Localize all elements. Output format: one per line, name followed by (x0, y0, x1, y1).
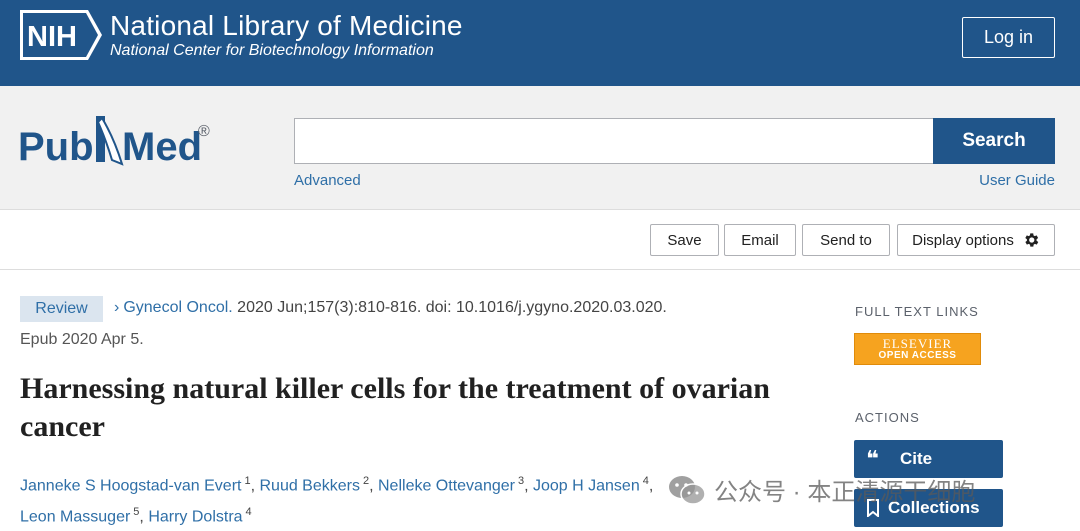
article-title: Harnessing natural killer cells for the … (20, 372, 770, 443)
affiliation-number[interactable]: 4 (246, 506, 252, 518)
wechat-watermark: 公众号 · 本正清源干细胞 (668, 472, 975, 507)
full-text-links-heading: FULL TEXT LINKS (855, 304, 979, 319)
cite-label: Cite (900, 449, 933, 468)
chevron-right-icon: › (114, 299, 120, 316)
epub-date: Epub 2020 Apr 5. (20, 331, 144, 348)
svg-text:Pub: Pub (18, 125, 94, 169)
author-list: Janneke S Hoogstad-van Evert 1, Ruud Bekk… (20, 475, 654, 526)
advanced-search-link[interactable]: Advanced (294, 172, 361, 189)
nih-header: NIH National Library of Medicine Nationa… (0, 0, 1080, 86)
watermark-text: 公众号 · 本正清源干细胞 (714, 479, 976, 506)
elsevier-open-access-link[interactable]: ELSEVIER OPEN ACCESS (854, 333, 981, 365)
nih-logo[interactable]: NIH (20, 10, 102, 60)
citation-line: › Gynecol Oncol. 2020 Jun;157(3):810-816.… (114, 299, 667, 317)
author-link[interactable]: Nelleke Ottevanger (378, 477, 515, 494)
gear-icon (1025, 233, 1039, 247)
publisher-name: ELSEVIER (882, 335, 953, 351)
svg-text:Med: Med (122, 125, 202, 169)
publisher-access: OPEN ACCESS (878, 349, 957, 361)
login-button[interactable]: Log in (962, 17, 1055, 58)
svg-text:®: ® (198, 123, 210, 140)
display-options-label: Display options (912, 231, 1014, 249)
actions-heading: ACTIONS (855, 410, 920, 425)
article-toolbar: Save Email Send to Display options (0, 211, 1080, 270)
user-guide-link[interactable]: User Guide (979, 172, 1055, 189)
wechat-icon (669, 475, 706, 505)
email-button[interactable]: Email (724, 224, 796, 256)
author-link[interactable]: Ruud Bekkers (259, 477, 360, 494)
search-input[interactable] (294, 118, 934, 164)
author-link[interactable]: Janneke S Hoogstad-van Evert (20, 477, 241, 494)
ncbi-subtitle: National Center for Biotechnology Inform… (110, 42, 434, 59)
author-link[interactable]: Leon Massuger (20, 509, 130, 526)
search-band: Pub Med ® Search Advanced User Guide (0, 86, 1080, 210)
save-button[interactable]: Save (650, 224, 719, 256)
nih-logo-text: NIH (27, 21, 77, 53)
search-button[interactable]: Search (933, 118, 1055, 164)
author-link[interactable]: Harry Dolstra (148, 509, 242, 526)
display-options-button[interactable]: Display options (897, 224, 1055, 256)
journal-link[interactable]: Gynecol Oncol. (123, 299, 232, 316)
author-link[interactable]: Joop H Jansen (533, 477, 640, 494)
quote-icon: ❝ (866, 446, 879, 471)
nlm-title: National Library of Medicine (110, 10, 463, 41)
citation-details: 2020 Jun;157(3):810-816. doi: 10.1016/j.… (237, 299, 667, 316)
send-to-button[interactable]: Send to (802, 224, 890, 256)
pubmed-logo[interactable]: Pub Med ® (18, 112, 218, 172)
article-type-badge: Review (20, 296, 103, 322)
